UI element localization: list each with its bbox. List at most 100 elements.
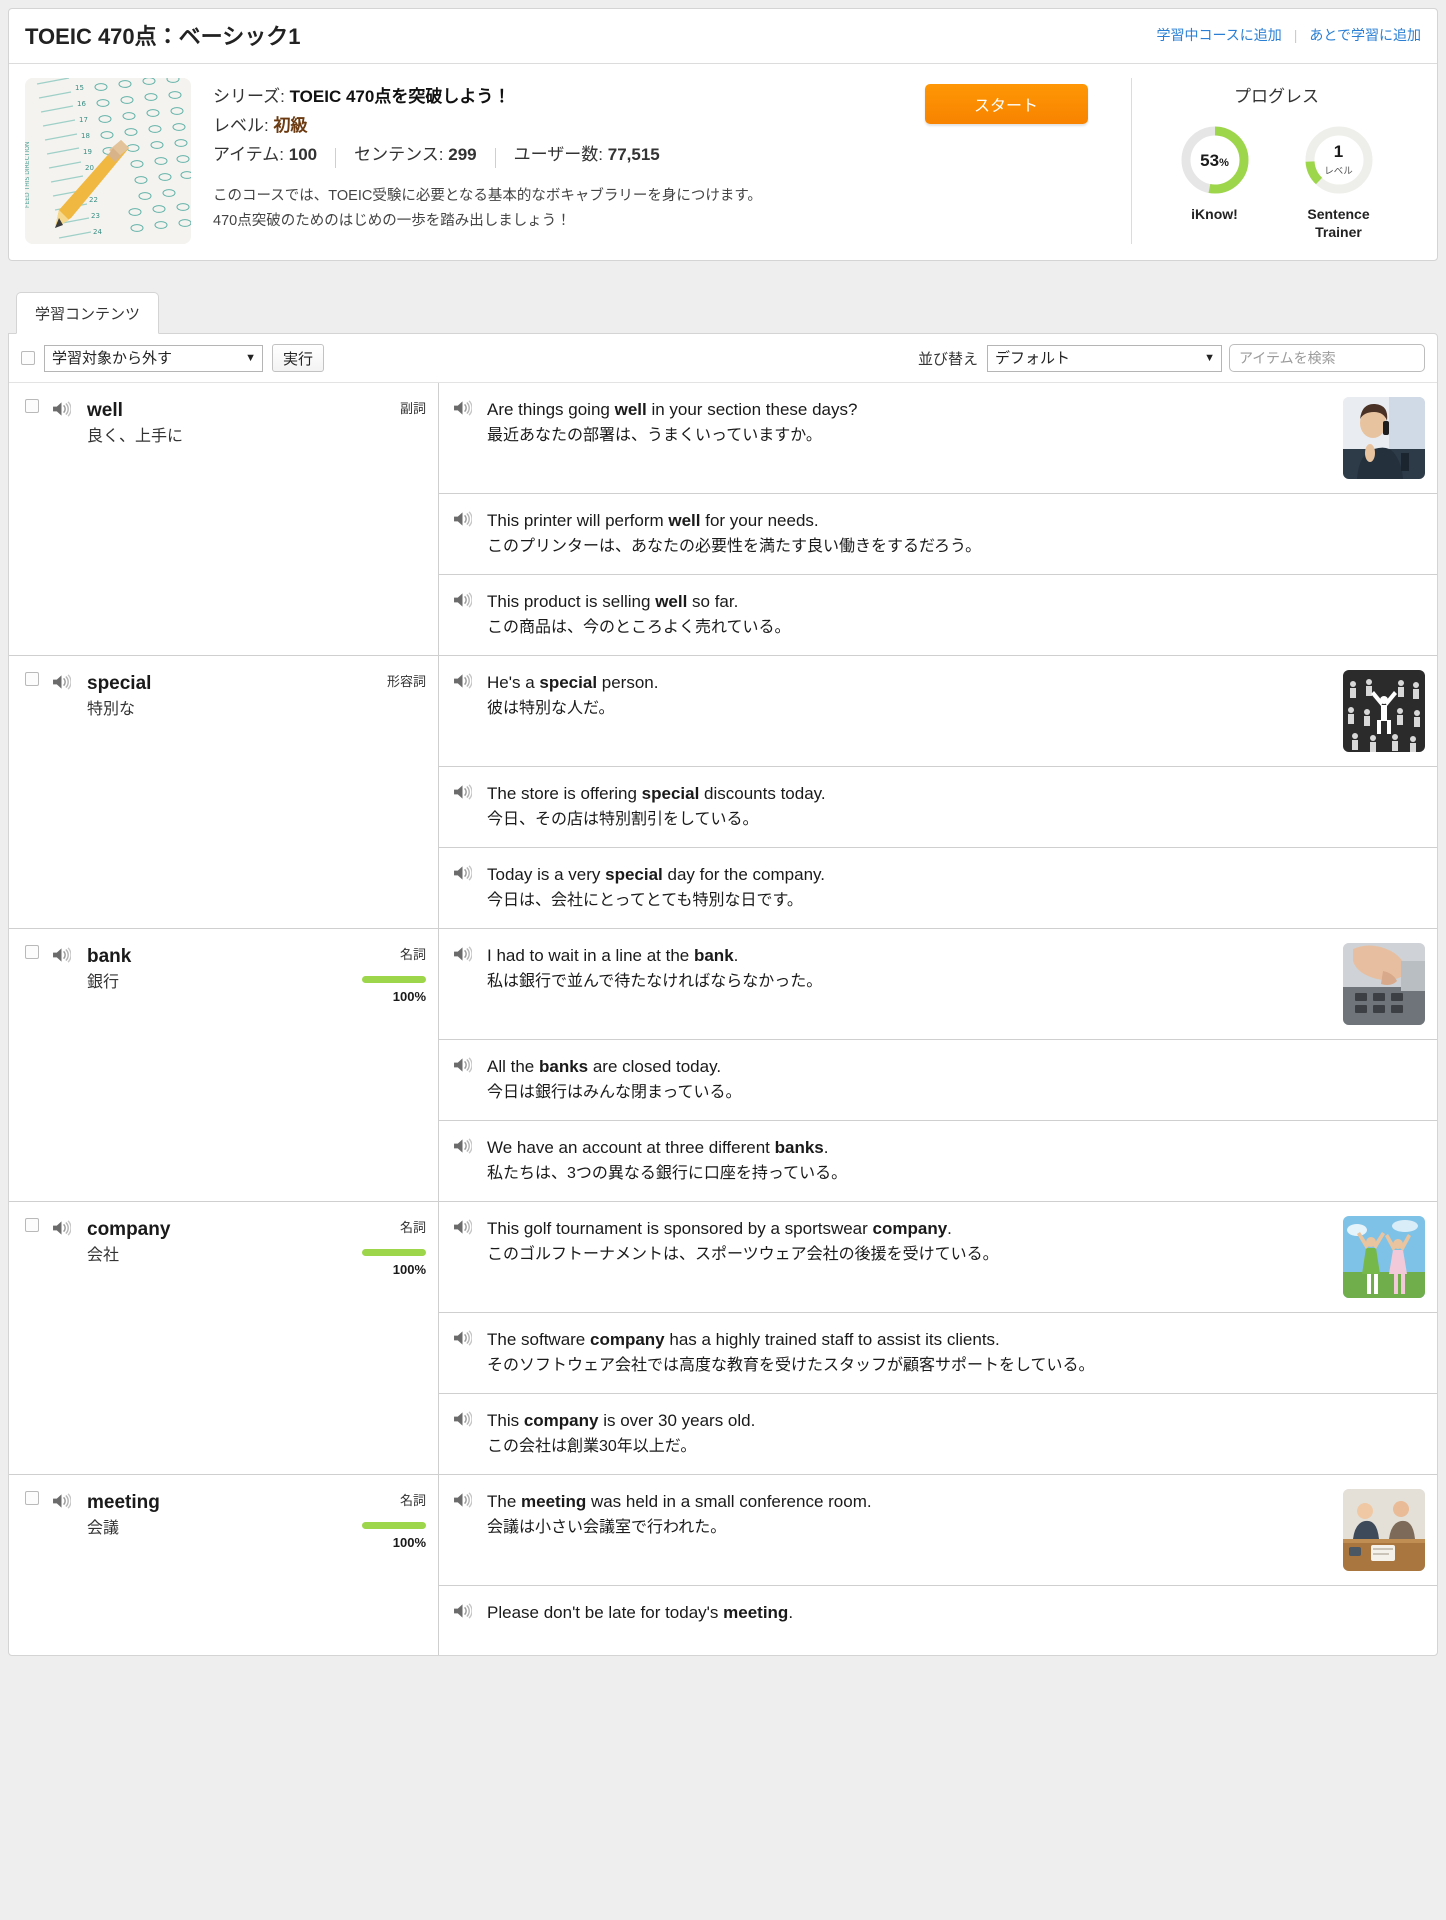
speaker-icon[interactable] [453,1057,472,1073]
sentence-thumbnail-image [1343,670,1425,752]
sentence-ja: 私は銀行で並んで待たなければならなかった。 [487,973,823,990]
item-select-checkbox[interactable] [25,945,39,959]
sentence-en: Today is a very special day for the comp… [487,865,825,884]
speaker-icon[interactable] [52,1220,71,1236]
speaker-icon[interactable] [453,1411,472,1427]
sentence-en: Are things going well in your section th… [487,400,858,419]
sentence-ja: この商品は、今のところよく売れている。 [487,619,791,636]
sentence-trainer-label-line1: Sentence [1307,206,1370,222]
speaker-icon[interactable] [453,1330,472,1346]
item-pos-cell: 副詞 [358,399,426,417]
speaker-icon[interactable] [52,947,71,963]
bulk-action-select-wrap: 学習対象から外す ▼ [44,344,263,372]
sentence-ja: 最近あなたの部署は、うまくいっていますか。 [487,427,822,444]
sentence-row: This golf tournament is sponsored by a s… [439,1202,1437,1312]
item-mastery-bar [362,1249,426,1256]
speaker-icon[interactable] [453,673,472,689]
item-part-of-speech: 名詞 [399,1220,426,1235]
series-value: TOEIC 470点を突破しよう！ [289,87,511,106]
item-sentences: Are things going well in your section th… [439,383,1437,655]
item-select-checkbox[interactable] [25,1218,39,1232]
items-value: 100 [288,145,318,164]
execute-button[interactable]: 実行 [272,344,325,372]
item-select-checkbox[interactable] [25,672,39,686]
item-row: well 良く、上手に 副詞 Are things going well in you… [9,383,1437,655]
sentence-text: Today is a very special day for the comp… [487,862,1425,914]
sentence-ja: 彼は特別な人だ。 [487,700,615,717]
svg-text:24: 24 [93,228,102,236]
speaker-icon[interactable] [453,1219,472,1235]
series-label: シリーズ: [213,87,285,106]
speaker-icon[interactable] [453,1492,472,1508]
sentence-row: He's a special person. 彼は特別な人だ。 [439,656,1437,766]
sentence-en: This product is selling well so far. [487,592,739,611]
sentence-text: All the banks are closed today. 今日は銀行はみんな… [487,1054,1425,1106]
course-thumbnail-image: 151617 181920 212223 24 [25,78,191,244]
svg-text:23: 23 [91,212,100,220]
iknow-percent-value: 53 [1200,150,1220,170]
speaker-icon[interactable] [453,1138,472,1154]
course-description: このコースでは、TOEIC受験に必要となる基本的なボキャブラリーを身につけます。… [213,184,881,234]
sentence-en: We have an account at three different ba… [487,1138,829,1157]
speaker-icon[interactable] [453,784,472,800]
sentence-row: I had to wait in a line at the bank. 私は銀行… [439,929,1437,1039]
iknow-donut-center: 53% [1178,123,1252,197]
speaker-icon[interactable] [52,401,71,417]
page-root: TOEIC 470点：ベーシック1 学習中コースに追加 | あとで学習に追加 1… [0,8,1446,1656]
svg-text:16: 16 [77,100,86,108]
sentence-trainer-label-line2: Trainer [1315,224,1362,240]
sentence-row: The store is offering special discounts … [439,766,1437,847]
svg-text:22: 22 [89,196,98,204]
bulk-action-select[interactable]: 学習対象から外す [44,344,263,372]
start-column: スタート [881,78,1131,244]
search-input[interactable] [1229,344,1425,372]
stat-divider-1 [335,148,337,168]
speaker-icon[interactable] [453,511,472,527]
add-to-studying-courses-link[interactable]: 学習中コースに追加 [1156,25,1281,45]
level-label: レベル: [213,116,269,135]
course-panel: TOEIC 470点：ベーシック1 学習中コースに追加 | あとで学習に追加 1… [8,8,1438,261]
select-all-checkbox[interactable] [21,351,35,365]
svg-text:FEED THIS DIRECTION: FEED THIS DIRECTION [25,142,31,208]
item-word-en: company [87,1219,171,1240]
sentence-row: This company is over 30 years old. この会社は創… [439,1393,1437,1474]
sentence-ja: 会議は小さい会議室で行われた。 [487,1519,727,1536]
sentence-text: The store is offering special discounts … [487,781,1425,833]
speaker-icon[interactable] [52,1493,71,1509]
speaker-icon[interactable] [453,592,472,608]
page-title: TOEIC 470点：ベーシック1 [25,24,301,49]
sentence-en: The store is offering special discounts … [487,784,826,803]
sentence-en: This golf tournament is sponsored by a s… [487,1219,952,1238]
speaker-icon[interactable] [453,865,472,881]
sentence-text: Please don't be late for today's meeting… [487,1600,1425,1626]
speaker-icon[interactable] [52,674,71,690]
users-value: 77,515 [607,145,660,164]
start-button[interactable]: スタート [924,84,1088,124]
sentence-trainer-label: Sentence Trainer [1293,205,1385,241]
speaker-icon[interactable] [453,400,472,416]
sort-select[interactable]: デフォルト [987,344,1222,372]
sentence-text: The meeting was held in a small conferen… [487,1489,1331,1541]
sentence-en: He's a special person. [487,673,659,692]
speaker-icon[interactable] [453,1603,472,1619]
sentence-keyword: company [523,1411,599,1430]
toolbar-right-group: 並び替え デフォルト ▼ [918,344,1425,372]
sentence-en: The software company has a highly traine… [487,1330,1000,1349]
item-word-ja: 特別な [87,701,136,718]
add-to-study-later-link[interactable]: あとで学習に追加 [1309,25,1421,45]
item-select-checkbox[interactable] [25,399,39,413]
sentence-thumbnail-image [1343,397,1425,479]
sentence-en: This printer will perform well for your … [487,511,819,530]
sentence-text: This company is over 30 years old. この会社は創… [487,1408,1425,1460]
item-word-ja: 会議 [87,1520,120,1537]
sentence-row: This printer will perform well for your … [439,493,1437,574]
speaker-icon[interactable] [453,946,472,962]
header-link-separator: | [1293,27,1298,43]
sentence-keyword: banks [538,1057,589,1076]
item-select-checkbox[interactable] [25,1491,39,1505]
tab-learning-content[interactable]: 学習コンテンツ [16,292,160,334]
sentence-ja: 私たちは、3つの異なる銀行に口座を持っている。 [487,1165,848,1182]
sentences-stat: センテンス: 299 [354,140,477,170]
course-meta: シリーズ: TOEIC 470点を突破しよう！ レベル: 初級 アイテム: 10… [191,78,881,244]
item-pos-cell: 名詞 100% [358,1491,426,1550]
